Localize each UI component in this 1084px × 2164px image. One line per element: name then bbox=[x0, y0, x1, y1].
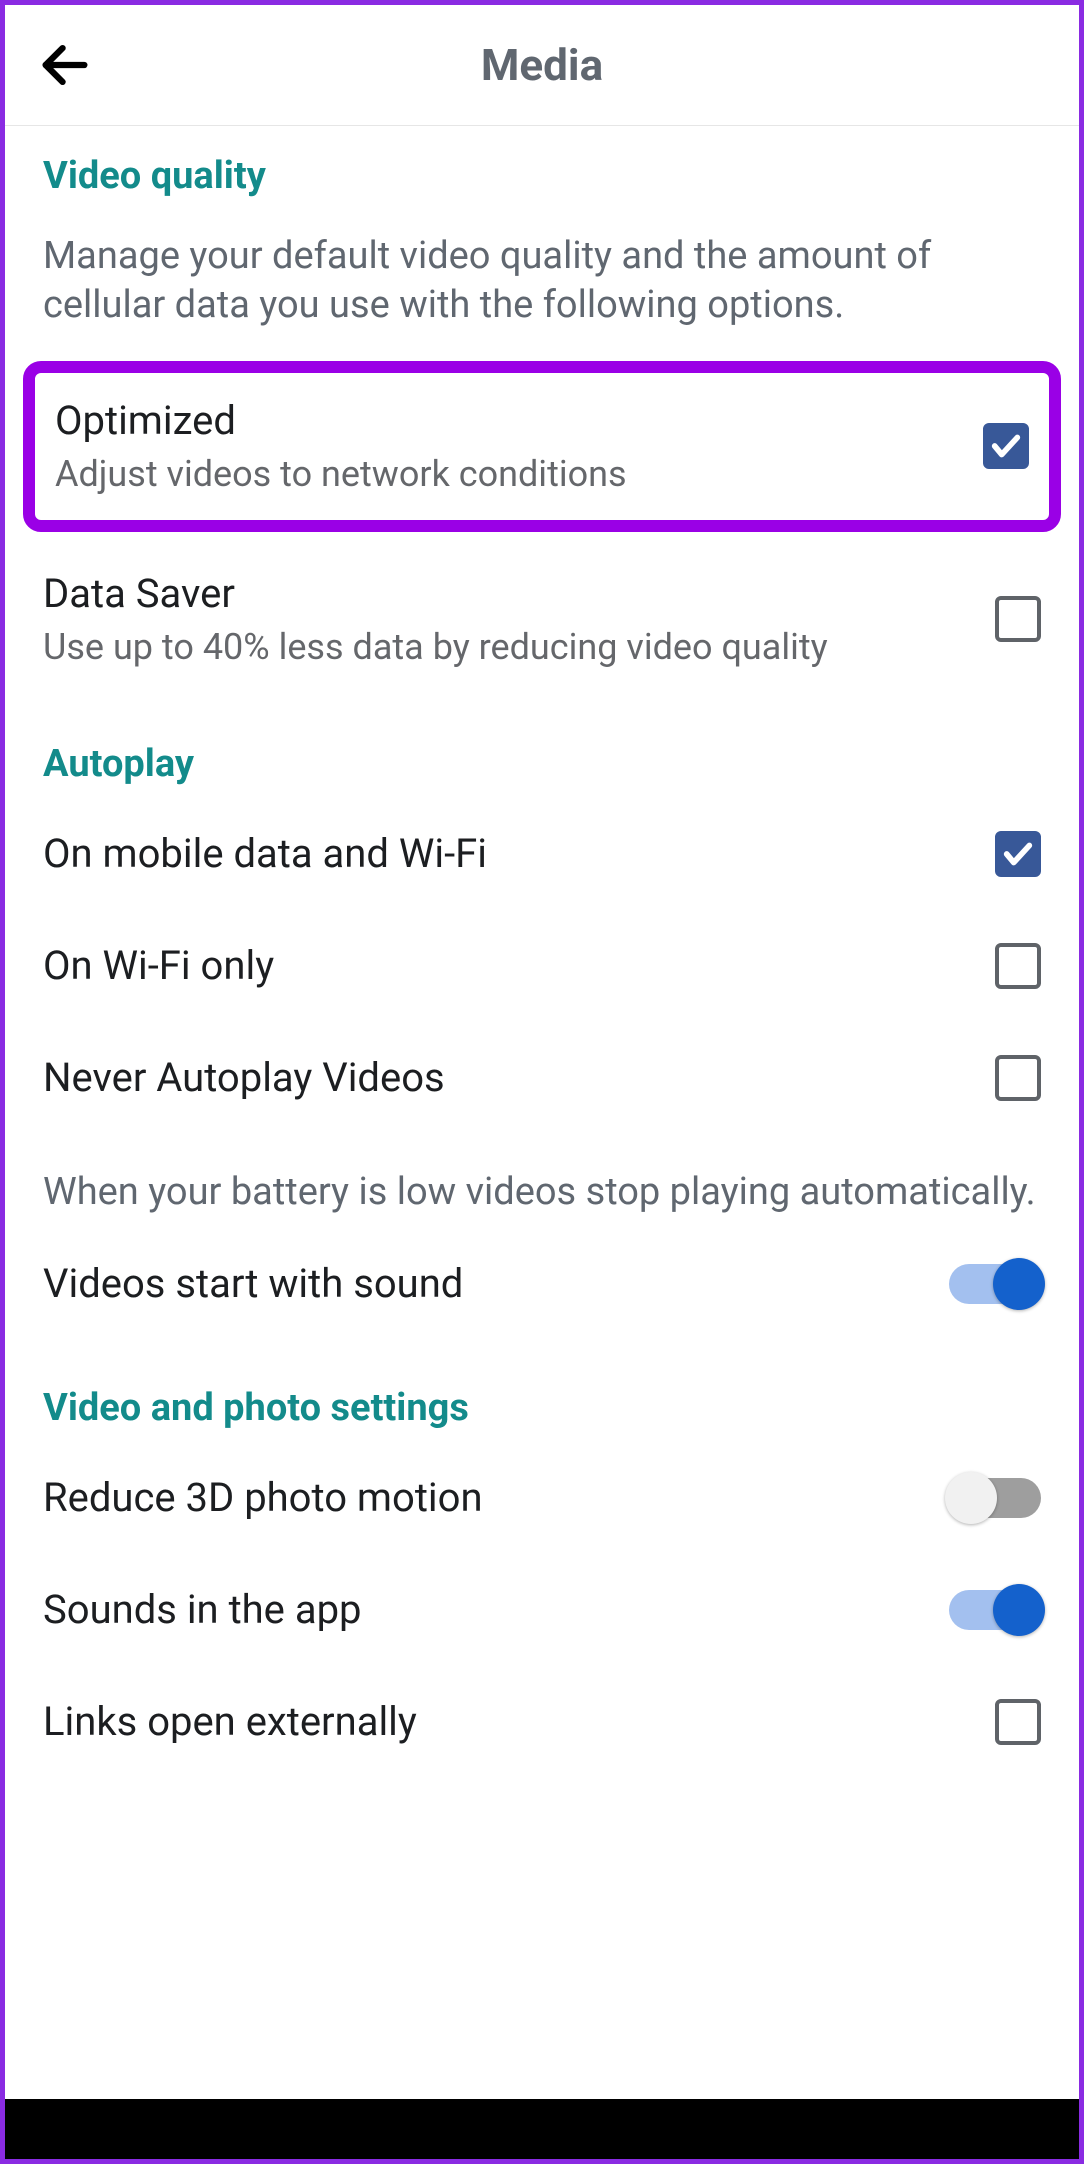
header: Media bbox=[5, 5, 1079, 126]
toggle-knob bbox=[993, 1258, 1045, 1310]
toggle-videos-sound[interactable] bbox=[949, 1264, 1041, 1304]
option-links-external[interactable]: Links open externally bbox=[5, 1666, 1079, 1778]
section-video-quality-description: Manage your default video quality and th… bbox=[5, 210, 1079, 361]
option-sounds-app[interactable]: Sounds in the app bbox=[5, 1554, 1079, 1666]
checkbox-autoplay-mobile-wifi[interactable] bbox=[995, 831, 1041, 877]
toggle-sounds-app[interactable] bbox=[949, 1590, 1041, 1630]
autoplay-battery-note: When your battery is low videos stop pla… bbox=[5, 1134, 1079, 1227]
option-links-external-label: Links open externally bbox=[43, 1696, 975, 1748]
option-autoplay-mobile-wifi[interactable]: On mobile data and Wi-Fi bbox=[5, 798, 1079, 910]
toggle-knob bbox=[945, 1472, 997, 1524]
option-data-saver-subtitle: Use up to 40% less data by reducing vide… bbox=[43, 624, 975, 671]
checkbox-autoplay-wifi-only[interactable] bbox=[995, 943, 1041, 989]
option-reduce-3d-label: Reduce 3D photo motion bbox=[43, 1472, 929, 1524]
back-arrow-icon[interactable] bbox=[35, 35, 95, 95]
option-autoplay-never[interactable]: Never Autoplay Videos bbox=[5, 1022, 1079, 1134]
option-autoplay-wifi-only-label: On Wi-Fi only bbox=[43, 940, 975, 992]
option-reduce-3d[interactable]: Reduce 3D photo motion bbox=[5, 1442, 1079, 1554]
checkbox-optimized[interactable] bbox=[983, 423, 1029, 469]
option-sounds-app-label: Sounds in the app bbox=[43, 1584, 929, 1636]
option-optimized[interactable]: Optimized Adjust videos to network condi… bbox=[23, 361, 1061, 532]
section-video-quality-heading: Video quality bbox=[5, 126, 1079, 210]
section-video-photo-heading: Video and photo settings bbox=[5, 1358, 1079, 1442]
option-optimized-subtitle: Adjust videos to network conditions bbox=[55, 451, 983, 498]
bottom-nav-bar bbox=[5, 2099, 1079, 2159]
page-title: Media bbox=[5, 39, 1079, 91]
checkbox-data-saver[interactable] bbox=[995, 596, 1041, 642]
option-videos-sound[interactable]: Videos start with sound bbox=[5, 1228, 1079, 1340]
checkbox-autoplay-never[interactable] bbox=[995, 1055, 1041, 1101]
checkbox-links-external[interactable] bbox=[995, 1699, 1041, 1745]
content: Video quality Manage your default video … bbox=[5, 126, 1079, 2099]
toggle-knob bbox=[993, 1584, 1045, 1636]
option-optimized-title: Optimized bbox=[55, 395, 983, 447]
option-data-saver-title: Data Saver bbox=[43, 568, 975, 620]
option-autoplay-mobile-wifi-label: On mobile data and Wi-Fi bbox=[43, 828, 975, 880]
option-autoplay-wifi-only[interactable]: On Wi-Fi only bbox=[5, 910, 1079, 1022]
toggle-reduce-3d[interactable] bbox=[949, 1478, 1041, 1518]
section-autoplay-heading: Autoplay bbox=[5, 714, 1079, 798]
option-autoplay-never-label: Never Autoplay Videos bbox=[43, 1052, 975, 1104]
option-data-saver[interactable]: Data Saver Use up to 40% less data by re… bbox=[5, 542, 1079, 697]
option-videos-sound-label: Videos start with sound bbox=[43, 1258, 929, 1310]
